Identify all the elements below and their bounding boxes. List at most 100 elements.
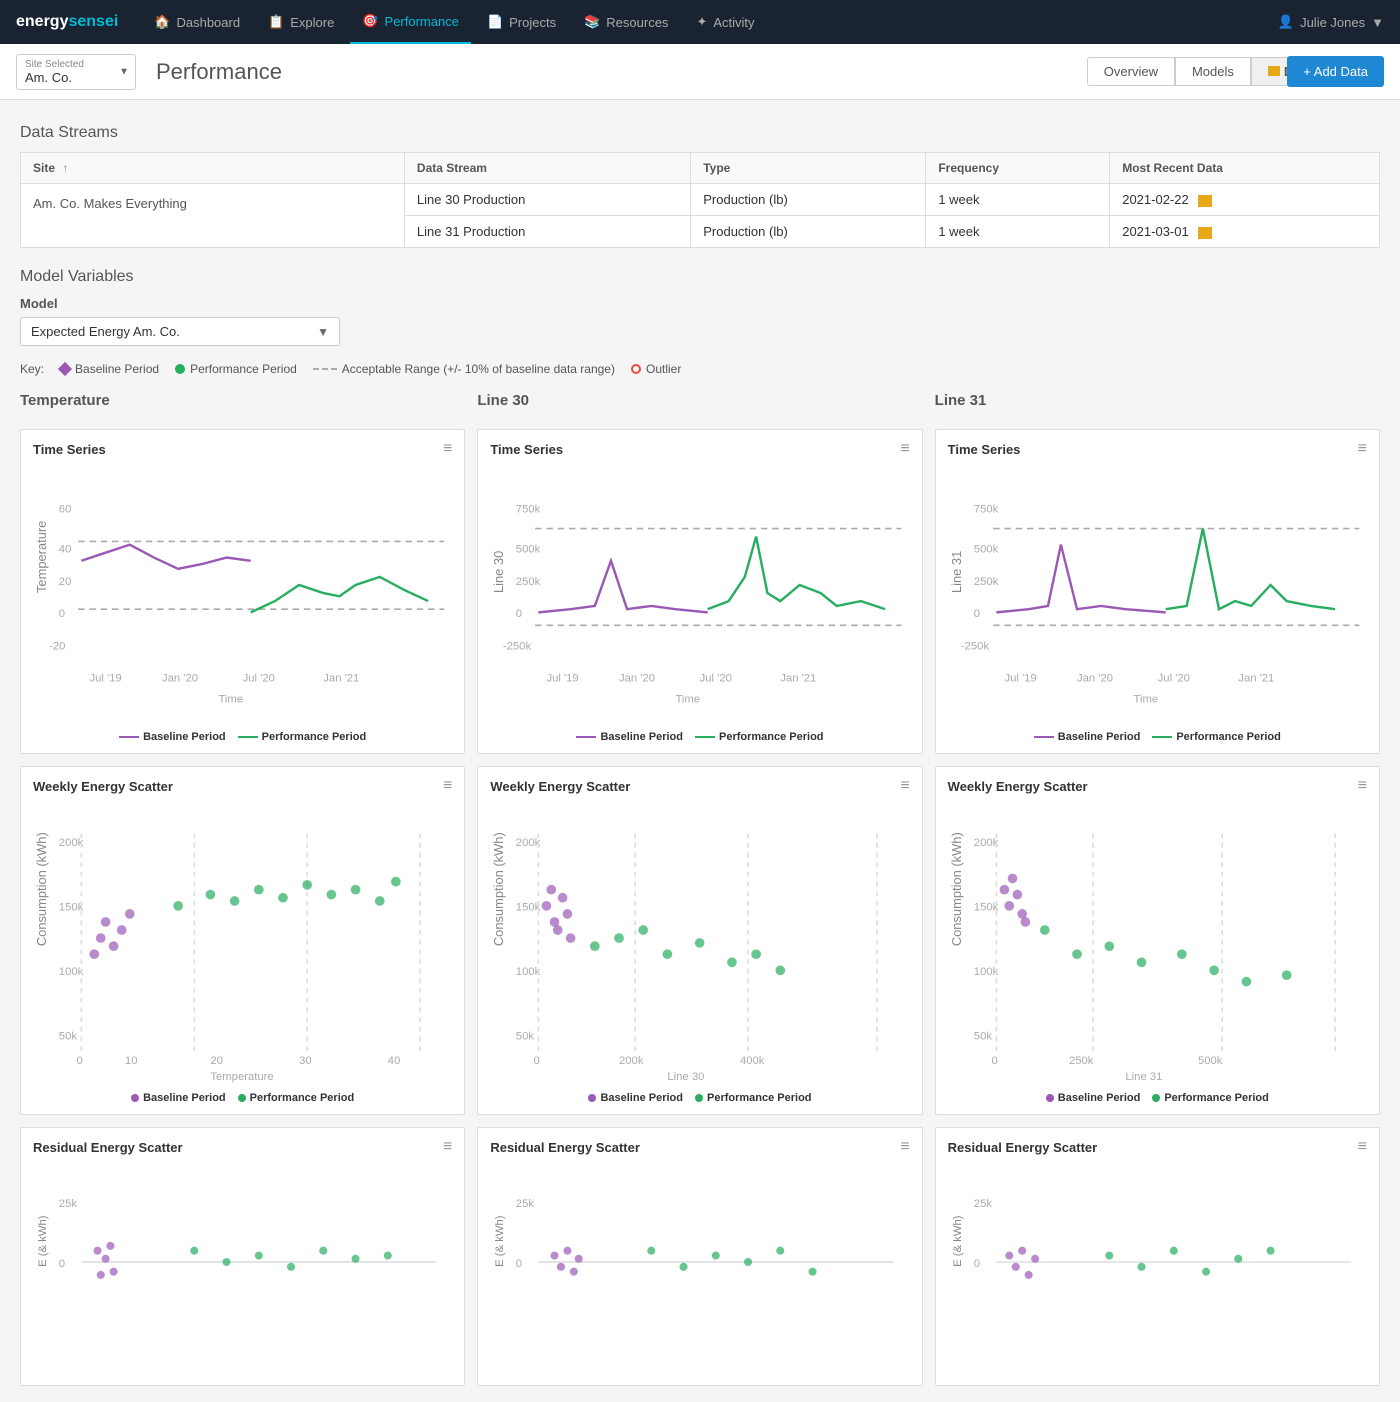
svg-text:Jul '20: Jul '20 — [1157, 673, 1189, 685]
svg-text:20: 20 — [59, 576, 72, 588]
chart-menu-icon[interactable]: ≡ — [900, 777, 909, 795]
legend-performance: Performance Period — [1152, 1092, 1269, 1104]
chart-menu-icon[interactable]: ≡ — [1358, 440, 1367, 458]
legend-purple-dot — [131, 1094, 139, 1102]
nav-items: 🏠 Dashboard 📋 Explore 🎯 Performance 📄 Pr… — [142, 0, 1278, 44]
svg-text:E (& kWh): E (& kWh) — [494, 1216, 506, 1268]
data-streams-title: Data Streams — [20, 124, 1380, 142]
svg-text:150k: 150k — [516, 902, 541, 914]
user-dropdown-icon: ▼ — [1371, 15, 1384, 30]
key-range: Acceptable Range (+/- 10% of baseline da… — [313, 362, 615, 376]
legend-green-line — [1152, 736, 1172, 738]
chart-line30-residual: Residual Energy Scatter ≡ E (& kWh) 25k … — [477, 1127, 922, 1386]
legend-green-line — [695, 736, 715, 738]
chart-legend: Baseline Period Performance Period — [490, 1092, 909, 1104]
chart-legend: Baseline Period Performance Period — [33, 731, 452, 743]
nav-resources[interactable]: 📚 Resources — [572, 0, 680, 44]
tab-overview[interactable]: Overview — [1087, 57, 1175, 86]
page-title: Performance — [156, 59, 1067, 85]
chart-menu-icon[interactable]: ≡ — [1358, 777, 1367, 795]
site-selector[interactable]: Site Selected Am. Co. ▼ — [16, 54, 136, 90]
legend-performance: Performance Period — [695, 731, 824, 743]
svg-text:150k: 150k — [59, 902, 84, 914]
stream-type: Production (lb) — [691, 184, 926, 216]
residual-svg-temperature: E (& kWh) 25k 0 — [33, 1162, 452, 1372]
chart-menu-icon[interactable]: ≡ — [443, 1138, 452, 1156]
navigation: energysensei 🏠 Dashboard 📋 Explore 🎯 Per… — [0, 0, 1400, 44]
add-data-button[interactable]: + Add Data — [1287, 56, 1384, 87]
chart-temperature-residual: Residual Energy Scatter ≡ E (& kWh) 25k … — [20, 1127, 465, 1386]
svg-text:750k: 750k — [516, 503, 541, 515]
svg-text:Jul '20: Jul '20 — [243, 673, 275, 685]
svg-text:200k: 200k — [619, 1055, 644, 1067]
range-dashed-icon — [313, 368, 337, 370]
svg-text:Jan '20: Jan '20 — [162, 673, 198, 685]
chart-title: Weekly Energy Scatter — [948, 779, 1088, 794]
svg-text:0: 0 — [516, 1258, 522, 1270]
nav-activity[interactable]: ✦ Activity — [684, 0, 766, 44]
user-name: Julie Jones — [1300, 15, 1365, 30]
svg-text:200k: 200k — [516, 837, 541, 849]
legend-green-dot — [1152, 1094, 1160, 1102]
stream-name: Line 30 Production — [404, 184, 690, 216]
app-logo[interactable]: energysensei — [16, 13, 118, 31]
chart-menu-icon[interactable]: ≡ — [1358, 1138, 1367, 1156]
legend-purple-dot — [588, 1094, 596, 1102]
chart-menu-icon[interactable]: ≡ — [900, 440, 909, 458]
legend-green-dot — [695, 1094, 703, 1102]
nav-projects[interactable]: 📄 Projects — [475, 0, 568, 44]
legend-green-line — [238, 736, 258, 738]
legend-baseline: Baseline Period — [1046, 1092, 1141, 1104]
svg-text:250k: 250k — [1069, 1055, 1094, 1067]
col-title-temperature: Temperature — [20, 392, 465, 409]
chart-menu-icon[interactable]: ≡ — [443, 777, 452, 795]
svg-text:E (& kWh): E (& kWh) — [952, 1215, 964, 1267]
model-dropdown[interactable]: Expected Energy Am. Co. ▼ — [20, 317, 340, 346]
svg-text:30: 30 — [299, 1055, 312, 1067]
tab-flag-icon — [1268, 66, 1280, 76]
stream-name: Line 31 Production — [404, 216, 690, 248]
legend-performance: Performance Period — [238, 731, 367, 743]
svg-text:Jan '20: Jan '20 — [1077, 673, 1113, 685]
timeseries-svg-temperature: Temperature 60 40 20 0 -20 Jul '19 Jan '… — [33, 464, 452, 722]
baseline-diamond-icon — [58, 362, 72, 376]
legend-baseline: Baseline Period — [576, 731, 683, 743]
chart-title: Residual Energy Scatter — [33, 1140, 183, 1155]
nav-performance[interactable]: 🎯 Performance — [350, 0, 471, 44]
legend-purple-dot — [1046, 1094, 1054, 1102]
svg-text:0: 0 — [973, 608, 979, 620]
svg-text:200k: 200k — [59, 837, 84, 849]
model-section: Model Expected Energy Am. Co. ▼ — [20, 296, 1380, 346]
svg-text:-250k: -250k — [503, 640, 532, 652]
stream-frequency: 1 week — [926, 184, 1110, 216]
model-variables-title: Model Variables — [20, 268, 1380, 286]
data-streams-table: Site ↑ Data Stream Type Frequency Most R… — [20, 152, 1380, 248]
user-menu[interactable]: 👤 Julie Jones ▼ — [1278, 14, 1384, 30]
tab-models[interactable]: Models — [1175, 57, 1251, 86]
svg-text:0: 0 — [991, 1055, 997, 1067]
chart-line31-timeseries: Time Series ≡ Line 31 750k 500k 250k 0 -… — [935, 429, 1380, 754]
svg-text:60: 60 — [59, 503, 72, 515]
chart-title: Residual Energy Scatter — [490, 1140, 640, 1155]
svg-text:150k: 150k — [973, 902, 998, 914]
key-baseline-label: Baseline Period — [75, 362, 159, 376]
chart-title: Weekly Energy Scatter — [490, 779, 630, 794]
nav-dashboard[interactable]: 🏠 Dashboard — [142, 0, 252, 44]
svg-text:Jul '19: Jul '19 — [547, 673, 579, 685]
chart-col-temperature: Temperature Time Series ≡ Temperature 60… — [20, 392, 465, 1386]
chart-temperature-timeseries: Time Series ≡ Temperature 60 40 20 0 -20… — [20, 429, 465, 754]
svg-text:100k: 100k — [516, 966, 541, 978]
svg-text:Time: Time — [676, 694, 701, 706]
outlier-circle-icon — [631, 364, 641, 374]
residual-svg-line30: E (& kWh) 25k 0 — [490, 1162, 909, 1372]
svg-text:400k: 400k — [740, 1055, 765, 1067]
chart-legend: Baseline Period Performance Period — [948, 1092, 1367, 1104]
nav-explore[interactable]: 📋 Explore — [256, 0, 346, 44]
col-title-line31: Line 31 — [935, 392, 1380, 409]
col-type: Type — [691, 153, 926, 184]
legend-baseline: Baseline Period — [131, 1092, 226, 1104]
chart-menu-icon[interactable]: ≡ — [443, 440, 452, 458]
svg-text:0: 0 — [77, 1055, 83, 1067]
chart-menu-icon[interactable]: ≡ — [900, 1138, 909, 1156]
svg-text:0: 0 — [516, 608, 522, 620]
